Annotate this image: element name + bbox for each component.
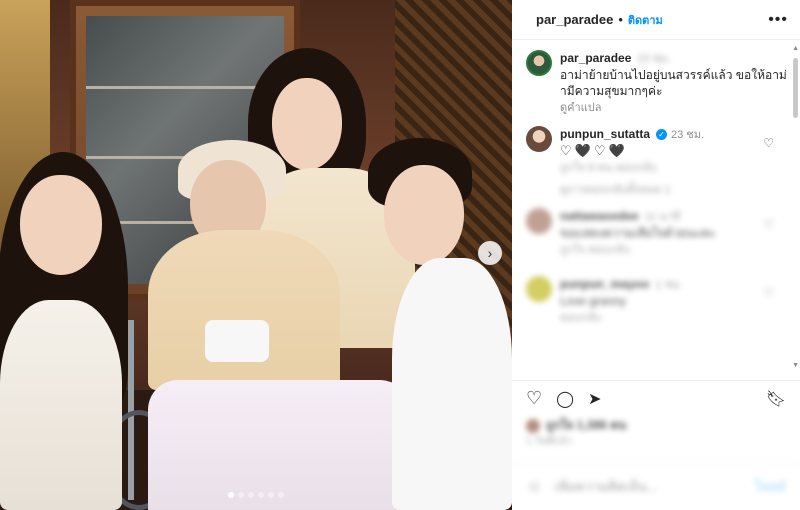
comment-likes[interactable]: ถูกใจ 8 คน bbox=[560, 162, 612, 174]
comment-time: 23 ชม. bbox=[671, 129, 705, 141]
add-comment-bar: ☺ เพิ่มความคิดเห็น... โพสต์ bbox=[512, 462, 800, 510]
comment-time: 11 นาที bbox=[644, 211, 681, 223]
like-comment-icon[interactable]: ♡ bbox=[763, 218, 774, 232]
emoji-icon[interactable]: ☺ bbox=[526, 478, 542, 496]
comment-likes[interactable]: ถูกใจ bbox=[560, 244, 585, 256]
post-comment-button[interactable]: โพสต์ bbox=[754, 476, 786, 497]
blanket bbox=[148, 380, 410, 510]
reply-button[interactable]: ตอบกลับ bbox=[588, 244, 629, 256]
follow-button[interactable]: ติดตาม bbox=[628, 11, 663, 29]
avatar[interactable] bbox=[526, 126, 552, 152]
caption-time: 23 ชม. bbox=[637, 53, 671, 65]
scroll-down-arrow[interactable]: ▼ bbox=[792, 362, 799, 369]
like-comment-icon[interactable]: ♡ bbox=[763, 286, 774, 300]
comment-item: nattawasedee 11 นาที ขอแสดงความเสียใจด้วย… bbox=[526, 208, 788, 258]
next-photo-button[interactable]: › bbox=[478, 241, 502, 265]
add-comment-input[interactable]: เพิ่มความคิดเห็น... bbox=[554, 476, 657, 497]
post-actions: ♡ ◯ ➤ 🔖︎ bbox=[512, 380, 800, 416]
reply-button[interactable]: ตอบกลับ bbox=[616, 162, 657, 174]
post-username[interactable]: par_paradee bbox=[536, 12, 613, 27]
comment-username[interactable]: nattawasedee bbox=[560, 209, 639, 223]
like-comment-icon[interactable]: ♡ bbox=[763, 136, 774, 150]
comments-scrollbar[interactable] bbox=[793, 58, 798, 118]
avatar[interactable] bbox=[526, 276, 552, 302]
scroll-up-arrow[interactable]: ▲ bbox=[792, 45, 799, 52]
reply-button[interactable]: ตอบกลับ bbox=[560, 312, 601, 324]
comment-item: punpun_sutatta ✓ 23 ชม. ♡🖤♡🖤 ถูกใจ 8 คน ตอ… bbox=[526, 126, 788, 198]
carousel-indicator bbox=[228, 492, 284, 498]
caption: par_paradee 23 ชม. อาม่าย้ายบ้านไปอยู่บนส… bbox=[526, 50, 788, 116]
avatar[interactable] bbox=[526, 208, 552, 234]
avatar[interactable] bbox=[526, 50, 552, 76]
likes-summary[interactable]: ถูกใจ 1,386 คน bbox=[526, 416, 626, 435]
comment-time: 1 ชม. bbox=[655, 279, 683, 291]
translate-link[interactable]: ดูคำแปล bbox=[560, 102, 602, 114]
caption-text: อาม่าย้ายบ้านไปอยู่บนสวรรค์แล้ว ขอให้อาม… bbox=[560, 68, 787, 98]
comment-text: Love granny bbox=[560, 294, 627, 308]
post-date: 1 วันที่แล้ว bbox=[526, 436, 572, 447]
post-photo[interactable]: › bbox=[0, 0, 512, 510]
comment-icon[interactable]: ◯ bbox=[556, 389, 574, 409]
comments-list[interactable]: par_paradee 23 ชม. อาม่าย้ายบ้านไปอยู่บนส… bbox=[512, 40, 800, 380]
comment-text: ขอแสดงความเสียใจด้วยนะคะ bbox=[560, 226, 716, 240]
comment-username[interactable]: punpun_mayoo bbox=[560, 277, 649, 291]
likes-count[interactable]: ถูกใจ 1,386 คน bbox=[546, 416, 626, 435]
separator-dot: • bbox=[618, 12, 623, 27]
liker-avatar bbox=[526, 418, 540, 433]
more-options-icon[interactable]: ••• bbox=[768, 11, 788, 29]
comment-text: ♡🖤♡🖤 bbox=[560, 143, 628, 158]
caption-username[interactable]: par_paradee bbox=[560, 51, 631, 65]
post-side-panel: par_paradee • ติดตาม ••• par_paradee 23 ช… bbox=[512, 0, 800, 510]
post-header: par_paradee • ติดตาม ••• bbox=[512, 0, 800, 40]
share-icon[interactable]: ➤ bbox=[588, 389, 601, 409]
verified-icon: ✓ bbox=[656, 129, 667, 141]
comment-item: punpun_mayoo 1 ชม. Love granny ตอบกลับ ♡ bbox=[526, 276, 788, 326]
comment-username[interactable]: punpun_sutatta bbox=[560, 127, 650, 141]
like-icon[interactable]: ♡ bbox=[526, 388, 542, 409]
save-bookmark-icon[interactable]: 🔖︎ bbox=[766, 389, 786, 409]
view-replies-link[interactable]: ดูการตอบกลับทั้งหมด 1 bbox=[560, 182, 788, 198]
